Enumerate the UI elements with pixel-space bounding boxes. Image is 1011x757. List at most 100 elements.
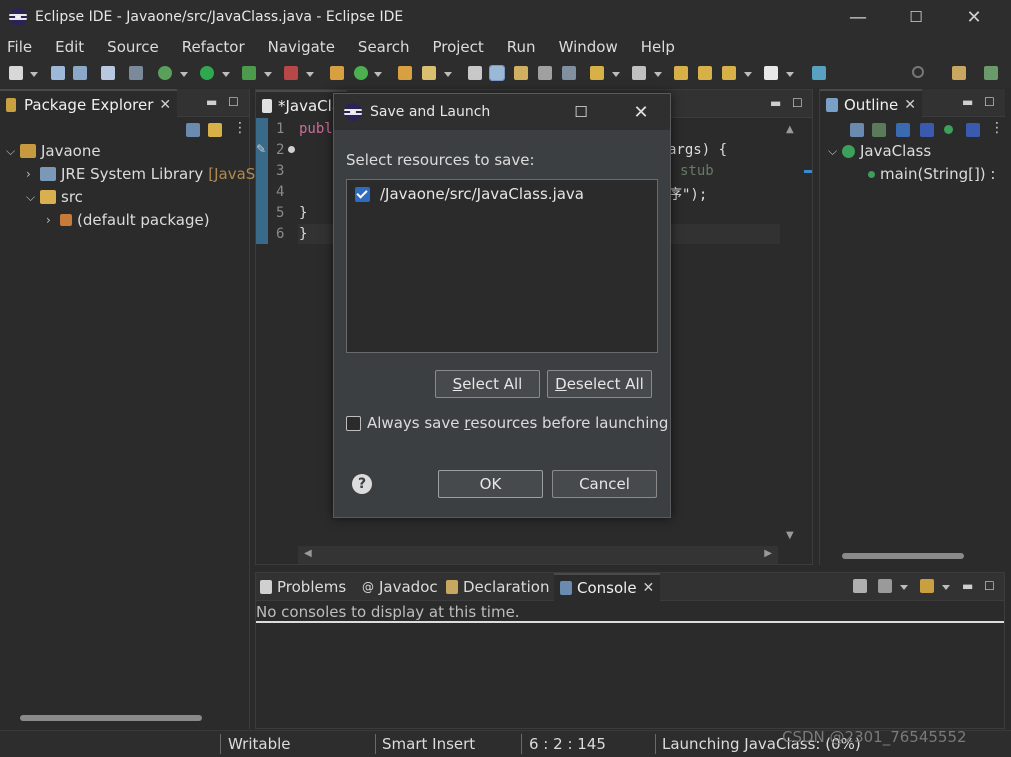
code-line-4[interactable]: 序");: [668, 184, 707, 204]
minimize-view-icon[interactable]: ▬: [206, 95, 217, 109]
code-line-2[interactable]: args) {: [668, 142, 727, 158]
horizontal-scrollbar[interactable]: [842, 553, 964, 559]
link-with-editor-icon[interactable]: [208, 123, 222, 137]
minimize-view-icon[interactable]: ▬: [962, 95, 973, 109]
menu-project[interactable]: Project: [432, 38, 483, 56]
forward-icon[interactable]: [764, 66, 778, 80]
maximize-view-icon[interactable]: ☐: [792, 96, 803, 110]
menu-run[interactable]: Run: [507, 38, 536, 56]
save-icon[interactable]: [51, 66, 65, 80]
hide-local-types-icon[interactable]: [966, 123, 980, 137]
java-perspective-icon[interactable]: [984, 66, 998, 80]
horizontal-scrollbar[interactable]: [20, 715, 202, 721]
menu-window[interactable]: Window: [559, 38, 618, 56]
last-edit-location-icon[interactable]: [674, 66, 688, 80]
resources-list[interactable]: /Javaone/src/JavaClass.java: [346, 179, 658, 353]
perspective-icon[interactable]: [952, 66, 966, 80]
next-edit-icon[interactable]: [698, 66, 712, 80]
view-menu-icon[interactable]: ⋮: [990, 120, 1004, 136]
display-console-icon[interactable]: [878, 579, 892, 593]
tab-javadoc[interactable]: @ Javadoc: [362, 578, 438, 596]
tree-item-src[interactable]: ⌵ src: [26, 186, 83, 208]
scroll-down-icon[interactable]: ▼: [786, 530, 794, 541]
minimize-button[interactable]: —: [829, 0, 887, 34]
dropdown-arrow-icon[interactable]: [374, 72, 382, 77]
view-menu-icon[interactable]: ⋮: [233, 120, 247, 136]
scroll-left-icon[interactable]: ◀: [304, 548, 312, 559]
next-annotation-icon[interactable]: [590, 66, 604, 80]
dropdown-arrow-icon[interactable]: [180, 72, 188, 77]
deselect-all-button[interactable]: Deselect All: [547, 370, 652, 398]
scroll-up-icon[interactable]: ▲: [786, 124, 794, 135]
debug-icon[interactable]: [158, 66, 172, 80]
menu-edit[interactable]: Edit: [55, 38, 84, 56]
minimize-view-icon[interactable]: ▬: [770, 96, 781, 110]
menu-refactor[interactable]: Refactor: [182, 38, 245, 56]
status-insert-mode[interactable]: Smart Insert: [382, 735, 475, 753]
dropdown-arrow-icon[interactable]: [30, 72, 38, 77]
outline-item-method[interactable]: main(String[]) :: [868, 163, 995, 185]
tab-console[interactable]: Console ✕: [554, 573, 661, 601]
dropdown-arrow-icon[interactable]: [444, 72, 452, 77]
toggle-ant-icon[interactable]: [468, 66, 482, 80]
code-line-3[interactable]: stub: [680, 163, 714, 179]
open-type-icon[interactable]: [398, 66, 412, 80]
dropdown-arrow-icon[interactable]: [900, 585, 908, 590]
outline-item-class[interactable]: ⌵ JavaClass: [828, 140, 931, 162]
new-class-icon[interactable]: [354, 66, 368, 80]
collapse-all-icon[interactable]: [186, 123, 200, 137]
pin-editor-icon[interactable]: [812, 66, 826, 80]
dropdown-arrow-icon[interactable]: [744, 72, 752, 77]
dialog-close-button[interactable]: ✕: [616, 94, 666, 130]
hide-fields-icon[interactable]: [896, 123, 910, 137]
chevron-down-icon[interactable]: ⌵: [6, 144, 20, 159]
menu-file[interactable]: File: [7, 38, 32, 56]
close-button[interactable]: ✕: [945, 0, 1003, 34]
tree-item-default-package[interactable]: › (default package): [46, 209, 210, 231]
maximize-button[interactable]: ☐: [887, 0, 945, 34]
maximize-view-icon[interactable]: ☐: [984, 95, 995, 109]
open-console-icon[interactable]: [853, 579, 867, 593]
menu-navigate[interactable]: Navigate: [268, 38, 335, 56]
chevron-down-icon[interactable]: ⌵: [26, 190, 40, 205]
mark-occurrences-icon[interactable]: [489, 65, 505, 81]
fold-icon[interactable]: [288, 146, 295, 153]
always-save-option[interactable]: Always save r esources before launching: [346, 414, 668, 432]
resource-item[interactable]: /Javaone/src/JavaClass.java: [355, 184, 584, 204]
collapse-all-icon[interactable]: [850, 123, 864, 137]
dropdown-arrow-icon[interactable]: [612, 72, 620, 77]
maximize-view-icon[interactable]: ☐: [984, 579, 995, 593]
close-icon[interactable]: ✕: [904, 97, 916, 113]
dropdown-arrow-icon[interactable]: [264, 72, 272, 77]
external-tools-icon[interactable]: [284, 66, 298, 80]
new-java-project-icon[interactable]: [330, 66, 344, 80]
code-line-5[interactable]: }: [299, 205, 307, 221]
block-selection-icon[interactable]: [538, 66, 552, 80]
cancel-button[interactable]: Cancel: [552, 470, 657, 498]
always-save-checkbox[interactable]: [346, 415, 361, 431]
dropdown-arrow-icon[interactable]: [306, 72, 314, 77]
horizontal-scrollbar[interactable]: ◀ ▶: [298, 546, 778, 564]
run-icon[interactable]: [200, 66, 214, 80]
menu-search[interactable]: Search: [358, 38, 410, 56]
select-all-button[interactable]: Select All: [435, 370, 540, 398]
tab-outline[interactable]: Outline ✕: [820, 89, 922, 118]
previous-annotation-icon[interactable]: [632, 66, 646, 80]
hide-static-icon[interactable]: [920, 123, 934, 137]
new-console-icon[interactable]: [920, 579, 934, 593]
tree-item-jre[interactable]: › JRE System Library [JavaS: [26, 163, 255, 185]
quick-access-search-icon[interactable]: [912, 66, 924, 78]
tab-declaration[interactable]: Declaration: [446, 578, 549, 596]
minimize-view-icon[interactable]: ▬: [962, 579, 973, 593]
code-line-6[interactable]: }: [299, 226, 307, 242]
dropdown-arrow-icon[interactable]: [786, 72, 794, 77]
coverage-icon[interactable]: [242, 66, 256, 80]
tab-problems[interactable]: Problems: [260, 578, 346, 596]
tab-package-explorer[interactable]: Package Explorer ✕: [0, 89, 178, 118]
dropdown-arrow-icon[interactable]: [654, 72, 662, 77]
help-icon[interactable]: ?: [352, 474, 372, 494]
tree-item-javaone[interactable]: ⌵ Javaone: [6, 140, 101, 162]
close-icon[interactable]: ✕: [643, 580, 655, 596]
menu-help[interactable]: Help: [641, 38, 675, 56]
sort-icon[interactable]: [872, 123, 886, 137]
